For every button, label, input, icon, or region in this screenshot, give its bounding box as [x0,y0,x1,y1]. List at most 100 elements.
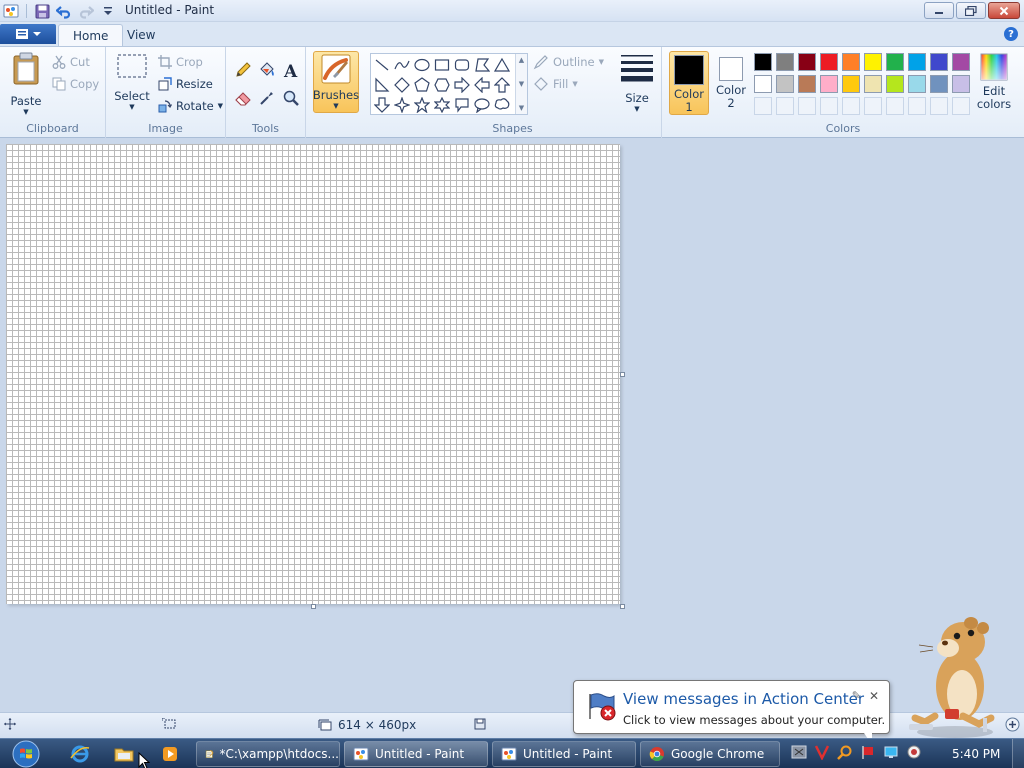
palette-swatch[interactable] [798,75,816,93]
outline-button[interactable]: Outline ▼ [533,52,604,72]
palette-swatch[interactable] [820,75,838,93]
hexagon-shape-icon[interactable] [432,75,451,94]
resize-button[interactable]: Resize [158,74,213,94]
polygon-shape-icon[interactable] [472,55,491,74]
more-shapes-icon[interactable]: ▼ [519,104,524,112]
search-tray-icon[interactable] [836,743,853,760]
close-button[interactable] [988,2,1020,19]
color1-button[interactable]: Color 1 [669,51,709,115]
rotate-button[interactable]: Rotate ▼ [158,96,223,116]
palette-swatch[interactable] [930,75,948,93]
custom-color-slot[interactable] [864,97,882,115]
action-center-notification[interactable]: View messages in Action Center Click to … [573,680,890,745]
drawing-canvas[interactable] [6,144,620,604]
brushes-button[interactable]: Brushes ▼ [313,51,359,113]
custom-color-slot[interactable] [930,97,948,115]
show-desktop-button[interactable] [1012,739,1024,768]
select-button[interactable]: Select ▼ [112,53,152,111]
fill-button[interactable]: Fill ▼ [533,74,578,94]
pencil-icon[interactable] [232,59,253,80]
customize-qat-icon[interactable] [99,2,117,20]
taskbar-item-chrome[interactable]: Google Chrome [640,741,780,767]
cloud-callout-shape-icon[interactable] [492,95,511,114]
four-point-star-shape-icon[interactable] [392,95,411,114]
palette-swatch[interactable] [908,53,926,71]
oval-callout-shape-icon[interactable] [472,95,491,114]
scroll-down-icon[interactable]: ▼ [519,80,524,88]
eraser-icon[interactable] [232,87,253,108]
palette-swatch[interactable] [908,75,926,93]
palette-swatch[interactable] [776,53,794,71]
five-point-star-shape-icon[interactable] [412,95,431,114]
canvas-resize-handle-bottom[interactable] [311,604,316,609]
fill-bucket-icon[interactable] [256,59,277,80]
save-icon[interactable] [33,2,51,20]
canvas-resize-handle-corner[interactable] [620,604,625,609]
crop-button[interactable]: Crop [158,52,203,72]
taskbar-clock[interactable]: 5:40 PM [952,747,1000,761]
custom-color-slot[interactable] [908,97,926,115]
rounded-rectangle-shape-icon[interactable] [452,55,471,74]
oval-shape-icon[interactable] [412,55,431,74]
palette-swatch[interactable] [776,75,794,93]
restore-button[interactable] [956,2,986,19]
pentagon-shape-icon[interactable] [412,75,431,94]
palette-swatch[interactable] [952,53,970,71]
custom-color-slot[interactable] [776,97,794,115]
canvas-resize-handle-right[interactable] [620,372,625,377]
magnifier-icon[interactable] [280,87,301,108]
custom-color-slot[interactable] [952,97,970,115]
right-arrow-shape-icon[interactable] [452,75,471,94]
paint-app-icon[interactable] [2,2,20,20]
palette-swatch[interactable] [842,53,860,71]
line-shape-icon[interactable] [372,55,391,74]
scroll-up-icon[interactable]: ▲ [519,56,524,64]
palette-swatch[interactable] [820,53,838,71]
help-icon[interactable]: ? [1004,27,1018,41]
color2-button[interactable]: Color 2 [711,51,751,115]
left-arrow-shape-icon[interactable] [472,75,491,94]
custom-color-slot[interactable] [798,97,816,115]
taskbar-item-paint-2[interactable]: Untitled - Paint [492,741,636,767]
custom-color-slot[interactable] [842,97,860,115]
palette-swatch[interactable] [754,75,772,93]
up-arrow-shape-icon[interactable] [492,75,511,94]
antivirus-v-icon[interactable] [813,743,830,760]
copy-button[interactable]: Copy [52,74,99,94]
tab-view[interactable]: View [113,24,169,46]
cut-button[interactable]: Cut [52,52,90,72]
action-center-tray-icon[interactable] [859,743,876,760]
redo-icon[interactable] [77,2,95,20]
curve-shape-icon[interactable] [392,55,411,74]
size-button[interactable]: Size ▼ [618,53,656,113]
network-gadget-icon[interactable] [790,743,807,760]
palette-swatch[interactable] [864,75,882,93]
file-explorer-icon[interactable] [106,742,142,766]
shapes-scrollbar[interactable]: ▲ ▼ ▼ [515,54,527,114]
taskbar-item-paint-1[interactable]: Untitled - Paint [344,741,488,767]
custom-color-slot[interactable] [820,97,838,115]
color-picker-icon[interactable] [256,87,277,108]
palette-swatch[interactable] [798,53,816,71]
wrench-icon[interactable]: ✎ [852,689,861,702]
internet-explorer-icon[interactable] [62,742,98,766]
notification-close-icon[interactable]: ✕ [869,689,879,703]
start-button[interactable] [6,739,46,768]
hamster-gadget-icon[interactable] [905,614,1000,740]
taskbar-item-notepad[interactable]: *C:\xampp\htdocs... [196,741,340,767]
diamond-shape-icon[interactable] [392,75,411,94]
minimize-button[interactable] [924,2,954,19]
volume-tray-icon[interactable] [905,743,922,760]
rectangle-shape-icon[interactable] [432,55,451,74]
paste-button[interactable]: Paste ▼ [6,51,46,116]
triangle-shape-icon[interactable] [492,55,511,74]
paint-menu-button[interactable] [0,24,56,44]
rounded-callout-shape-icon[interactable] [452,95,471,114]
text-tool-icon[interactable]: A [280,59,301,80]
palette-swatch[interactable] [864,53,882,71]
zoom-in-button[interactable] [1005,717,1020,732]
down-arrow-shape-icon[interactable] [372,95,391,114]
custom-color-slot[interactable] [754,97,772,115]
undo-icon[interactable] [55,2,73,20]
six-point-star-shape-icon[interactable] [432,95,451,114]
